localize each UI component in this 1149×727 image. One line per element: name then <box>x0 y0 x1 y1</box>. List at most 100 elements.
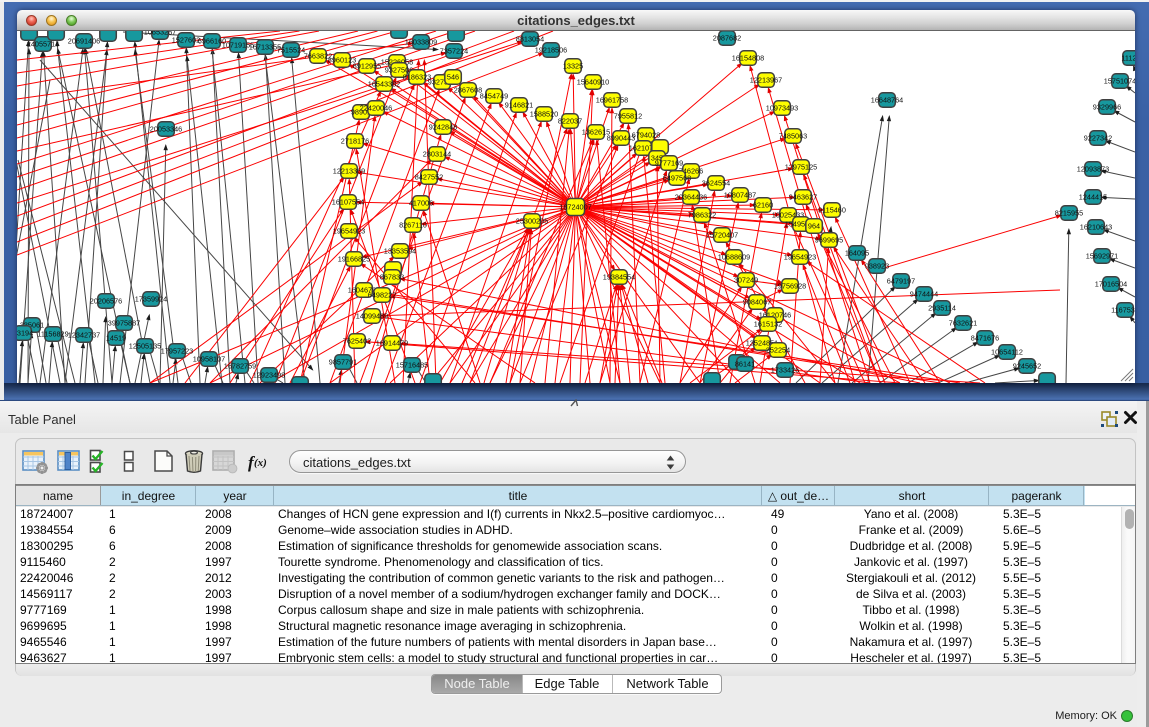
svg-text:1167532: 1167532 <box>1111 305 1135 314</box>
svg-text:1244415: 1244415 <box>1079 192 1107 201</box>
svg-text:16782759: 16782759 <box>224 361 256 370</box>
svg-text:9699695: 9699695 <box>815 235 843 244</box>
svg-text:1588520: 1588520 <box>530 109 558 118</box>
svg-text:1527602: 1527602 <box>172 35 200 44</box>
svg-text:19756928: 19756928 <box>774 281 806 290</box>
svg-text:6497568: 6497568 <box>663 173 691 182</box>
svg-text:822037: 822037 <box>558 116 582 125</box>
svg-text:16648764: 16648764 <box>871 95 903 104</box>
svg-text:2087682: 2087682 <box>713 33 741 42</box>
svg-text:8267110: 8267110 <box>399 220 427 229</box>
svg-text:62160: 62160 <box>753 200 773 209</box>
svg-text:39975887: 39975887 <box>108 318 140 327</box>
svg-text:8813054: 8813054 <box>516 34 544 43</box>
svg-text:7955812: 7955812 <box>614 111 642 120</box>
svg-text:9115460: 9115460 <box>818 205 846 214</box>
svg-text:16961758: 16961758 <box>596 95 628 104</box>
svg-text:1615132: 1615132 <box>754 319 782 328</box>
svg-text:12505135: 12505135 <box>129 341 161 350</box>
svg-text:2718176: 2718176 <box>341 136 369 145</box>
svg-text:7485063: 7485063 <box>779 131 807 140</box>
svg-text:9329966: 9329966 <box>1093 102 1121 111</box>
svg-text:9245652: 9245652 <box>1013 361 1041 370</box>
svg-text:7632621: 7632621 <box>949 318 977 327</box>
svg-text:12975125: 12975125 <box>785 162 817 171</box>
svg-text:25300295: 25300295 <box>516 216 548 225</box>
svg-text:15751074: 15751074 <box>1104 76 1135 85</box>
svg-text:(x): (x) <box>254 457 267 469</box>
svg-text:938923: 938923 <box>865 261 889 270</box>
svg-text:20364436: 20364436 <box>675 192 707 201</box>
svg-text:10958107: 10958107 <box>193 354 225 363</box>
svg-text:417006: 417006 <box>409 198 433 207</box>
svg-text:12213369: 12213369 <box>333 166 365 175</box>
svg-text:6794028: 6794028 <box>632 130 660 139</box>
svg-text:6498222: 6498222 <box>368 290 396 299</box>
svg-text:2935114: 2935114 <box>928 303 956 312</box>
svg-text:9474444: 9474444 <box>910 289 938 298</box>
svg-text:7515524: 7515524 <box>277 45 305 54</box>
svg-text:15720407: 15720407 <box>706 230 738 239</box>
svg-text:8215955: 8215955 <box>1055 208 1083 217</box>
svg-text:13325: 13325 <box>563 61 583 70</box>
svg-text:20053346: 20053346 <box>150 124 182 133</box>
svg-text:7357224: 7357224 <box>440 46 468 55</box>
svg-text:93194: 93194 <box>17 328 33 337</box>
svg-text:14099489: 14099489 <box>356 311 388 320</box>
svg-text:252254: 252254 <box>766 345 790 354</box>
svg-text:1733426: 1733426 <box>771 365 799 374</box>
svg-text:22420046: 22420046 <box>360 103 392 112</box>
svg-text:16033809: 16033809 <box>405 37 437 46</box>
svg-text:2867608: 2867608 <box>454 85 482 94</box>
svg-text:16154808: 16154808 <box>732 53 764 62</box>
svg-text:6479197: 6479197 <box>887 276 915 285</box>
svg-text:10973493: 10973493 <box>766 103 798 112</box>
svg-text:2803144: 2803144 <box>423 149 451 158</box>
svg-text:16210643: 16210643 <box>1080 222 1112 231</box>
svg-text:164095: 164095 <box>845 248 869 257</box>
svg-text:9146821: 9146821 <box>505 100 533 109</box>
svg-text:16107554: 16107554 <box>332 197 364 206</box>
svg-text:8454749: 8454749 <box>480 91 508 100</box>
svg-text:11156829: 11156829 <box>37 329 68 338</box>
svg-text:9463627: 9463627 <box>789 192 817 201</box>
svg-text:9227342: 9227342 <box>1084 133 1112 142</box>
svg-text:12923498: 12923498 <box>253 370 285 379</box>
svg-text:19654923: 19654923 <box>333 226 365 235</box>
svg-text:546: 546 <box>447 72 459 81</box>
svg-text:12213967: 12213967 <box>750 75 782 84</box>
svg-text:20691406: 20691406 <box>68 36 100 45</box>
svg-text:307249: 307249 <box>734 275 758 284</box>
svg-text:964: 964 <box>808 221 820 230</box>
svg-text:12342737: 12342737 <box>68 330 100 339</box>
svg-text:12093873: 12093873 <box>1077 164 1109 173</box>
svg-text:20206576: 20206576 <box>90 296 122 305</box>
svg-text:13353594: 13353594 <box>384 246 416 255</box>
svg-text:16543382: 16543382 <box>368 79 400 88</box>
svg-text:867833: 867833 <box>380 272 404 281</box>
svg-text:10654112: 10654112 <box>991 347 1023 356</box>
svg-text:19654923: 19654923 <box>784 252 816 261</box>
svg-text:15692971: 15692971 <box>1086 251 1118 260</box>
svg-text:8471676: 8471676 <box>971 333 999 342</box>
svg-text:7625402: 7625402 <box>343 336 371 345</box>
svg-text:9242848: 9242848 <box>429 122 457 131</box>
svg-text:8427552: 8427552 <box>415 172 443 181</box>
svg-text:14519: 14519 <box>106 333 126 342</box>
svg-text:19384554: 19384554 <box>603 272 635 281</box>
svg-text:17957223: 17957223 <box>161 346 193 355</box>
svg-text:11123: 11123 <box>1121 53 1135 62</box>
svg-text:3624554: 3624554 <box>702 178 730 187</box>
svg-text:10807487: 10807487 <box>724 190 756 199</box>
svg-text:19166825: 19166825 <box>338 254 370 263</box>
svg-text:19218506: 19218506 <box>535 45 567 54</box>
svg-text:17016504: 17016504 <box>1095 279 1127 288</box>
svg-text:9857791: 9857791 <box>329 357 357 366</box>
svg-text:16914479: 16914479 <box>376 338 408 347</box>
svg-text:15640910: 15640910 <box>577 77 609 86</box>
svg-text:10688609: 10688609 <box>718 252 750 261</box>
svg-text:7986322: 7986322 <box>688 210 716 219</box>
svg-text:18724007: 18724007 <box>559 202 591 211</box>
svg-text:8912955: 8912955 <box>353 61 381 70</box>
svg-text:17359924: 17359924 <box>135 294 167 303</box>
